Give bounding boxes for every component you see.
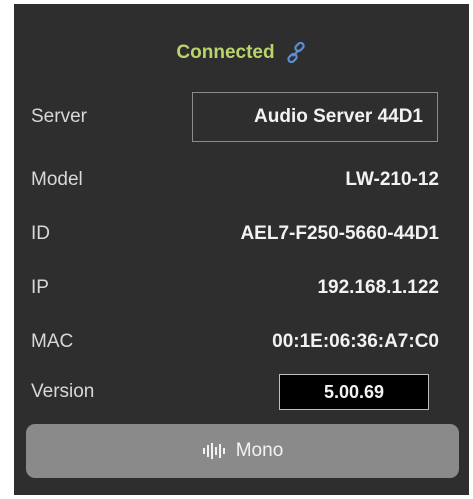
ip-value: 192.168.1.122 bbox=[317, 277, 439, 298]
audio-wave-icon bbox=[202, 442, 228, 460]
id-row: ID AEL7-F250-5660-44D1 bbox=[14, 216, 469, 252]
link-icon bbox=[285, 41, 307, 64]
id-value: AEL7-F250-5660-44D1 bbox=[240, 223, 439, 244]
mac-label: MAC bbox=[31, 331, 74, 352]
model-label: Model bbox=[31, 169, 83, 190]
server-label: Server bbox=[31, 106, 87, 127]
mono-button-label: Mono bbox=[235, 440, 284, 461]
ip-row: IP 192.168.1.122 bbox=[14, 270, 469, 306]
server-row: Server Audio Server 44D1 bbox=[14, 92, 469, 142]
device-info-panel: Connected Server Audio Server 44D1 Model… bbox=[14, 4, 469, 495]
mac-row: MAC 00:1E:06:36:A7:C0 bbox=[14, 324, 469, 360]
server-select[interactable]: Audio Server 44D1 bbox=[192, 92, 438, 142]
connection-status: Connected bbox=[14, 40, 469, 66]
version-label: Version bbox=[31, 381, 95, 402]
id-label: ID bbox=[31, 223, 50, 244]
connection-status-text: Connected bbox=[176, 42, 275, 63]
version-field: 5.00.69 bbox=[279, 374, 429, 410]
model-row: Model LW-210-12 bbox=[14, 162, 469, 198]
mac-value: 00:1E:06:36:A7:C0 bbox=[272, 331, 439, 352]
ip-label: IP bbox=[31, 277, 49, 298]
model-value: LW-210-12 bbox=[345, 169, 439, 190]
version-row: Version 5.00.69 bbox=[14, 374, 469, 410]
mono-button[interactable]: Mono bbox=[26, 424, 459, 478]
